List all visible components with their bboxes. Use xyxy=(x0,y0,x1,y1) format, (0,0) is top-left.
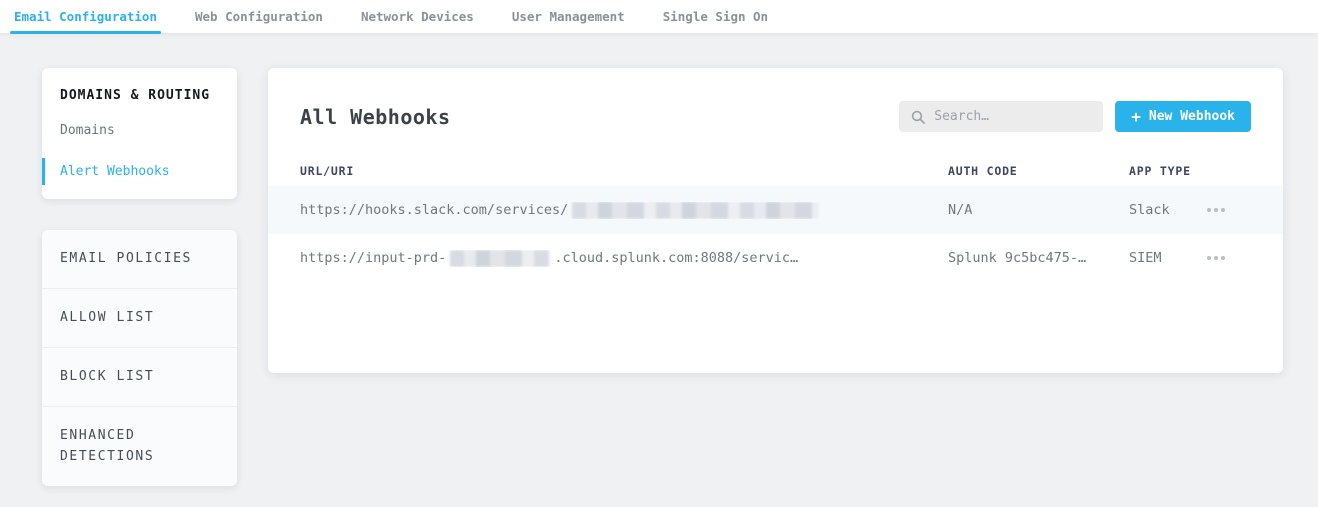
column-header-url: URL/URI xyxy=(300,164,948,178)
sidebar-item-block-list[interactable]: BLOCK LIST xyxy=(42,348,237,407)
search-box[interactable] xyxy=(899,101,1103,132)
webhook-url-cell: https://hooks.slack.com/services/ xyxy=(300,202,948,219)
ellipsis-icon xyxy=(1207,256,1211,260)
row-menu-button[interactable] xyxy=(1205,250,1251,266)
webhook-url-prefix: https://hooks.slack.com/services/ xyxy=(300,202,568,218)
page-title: All Webhooks xyxy=(300,105,451,129)
new-webhook-button-label: New Webhook xyxy=(1149,109,1235,124)
auth-code-cell: Splunk 9c5bc475-… xyxy=(948,250,1129,266)
sidebar-item-enhanced-detections[interactable]: ENHANCED DETECTIONS xyxy=(42,407,237,485)
ellipsis-icon xyxy=(1207,208,1211,212)
tab-single-sign-on[interactable]: Single Sign On xyxy=(659,0,772,33)
column-header-app-type: APP TYPE xyxy=(1129,164,1205,178)
column-header-auth-code: AUTH CODE xyxy=(948,164,1129,178)
auth-code-cell: N/A xyxy=(948,202,1129,218)
webhook-url-suffix: .cloud.splunk.com:8088/servic… xyxy=(554,250,798,266)
domains-routing-card: DOMAINS & ROUTING Domains Alert Webhooks xyxy=(42,68,237,199)
sidebar: DOMAINS & ROUTING Domains Alert Webhooks… xyxy=(42,68,237,486)
sidebar-item-domains[interactable]: Domains xyxy=(42,117,237,144)
webhook-url-prefix: https://input-prd- xyxy=(300,250,446,266)
panel-header: All Webhooks + New Webhook xyxy=(300,68,1251,132)
redacted-url-segment xyxy=(572,202,819,219)
tab-email-configuration[interactable]: Email Configuration xyxy=(10,0,161,33)
redacted-url-segment xyxy=(450,250,550,267)
page-content: DOMAINS & ROUTING Domains Alert Webhooks… xyxy=(0,34,1318,486)
app-type-cell: Slack xyxy=(1129,202,1205,218)
sidebar-item-allow-list[interactable]: ALLOW LIST xyxy=(42,289,237,348)
table-row: https://hooks.slack.com/services/ N/A Sl… xyxy=(268,186,1283,234)
top-nav: Email Configuration Web Configuration Ne… xyxy=(0,0,1318,34)
table-row: https://input-prd- .cloud.splunk.com:808… xyxy=(268,234,1283,282)
sidebar-item-alert-webhooks[interactable]: Alert Webhooks xyxy=(42,158,237,185)
search-icon xyxy=(911,110,925,124)
search-input[interactable] xyxy=(934,109,1091,124)
tab-web-configuration[interactable]: Web Configuration xyxy=(191,0,327,33)
sidebar-item-email-policies[interactable]: EMAIL POLICIES xyxy=(42,230,237,289)
domains-routing-title: DOMAINS & ROUTING xyxy=(42,84,237,103)
tab-user-management[interactable]: User Management xyxy=(508,0,629,33)
webhooks-table: URL/URI AUTH CODE APP TYPE https://hooks… xyxy=(268,156,1283,282)
tab-network-devices[interactable]: Network Devices xyxy=(357,0,478,33)
sidebar-sections-card: EMAIL POLICIES ALLOW LIST BLOCK LIST ENH… xyxy=(42,230,237,486)
webhooks-panel: All Webhooks + New Webhook URL/URI AUTH … xyxy=(268,68,1283,373)
webhook-url-cell: https://input-prd- .cloud.splunk.com:808… xyxy=(300,250,948,267)
row-menu-button[interactable] xyxy=(1205,202,1251,218)
table-header-row: URL/URI AUTH CODE APP TYPE xyxy=(268,156,1283,186)
new-webhook-button[interactable]: + New Webhook xyxy=(1115,101,1251,132)
plus-icon: + xyxy=(1131,109,1141,125)
app-type-cell: SIEM xyxy=(1129,250,1205,266)
